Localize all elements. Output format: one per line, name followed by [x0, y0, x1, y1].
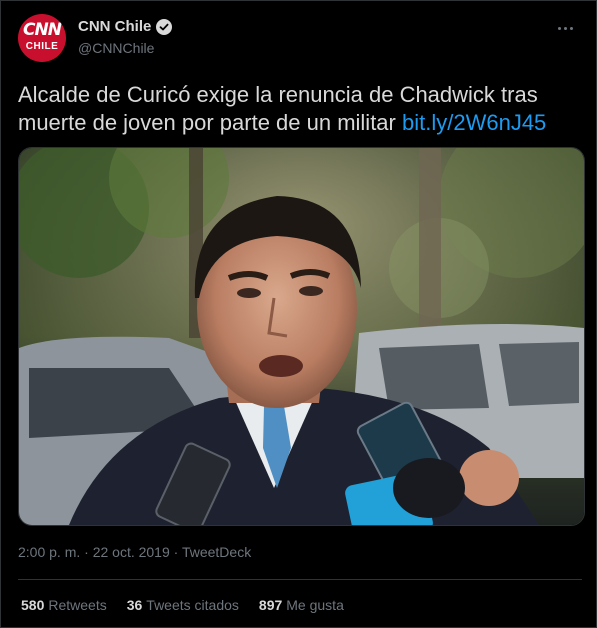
likes-label: Me gusta [286, 597, 344, 613]
author-names: CNN Chile @CNNChile [78, 18, 173, 56]
tweet-timestamp[interactable]: 2:00 p. m. · 22 oct. 2019 · TweetDeck [18, 544, 251, 560]
avatar[interactable]: CNN CHILE [18, 14, 66, 62]
author-handle[interactable]: @CNNChile [78, 40, 172, 56]
tweet-photo[interactable] [18, 147, 585, 526]
likes-stat[interactable]: 897 Me gusta [259, 597, 344, 613]
display-name-row: CNN Chile [78, 18, 173, 35]
tweet-link[interactable]: bit.ly/2W6nJ45 [402, 110, 546, 135]
more-horizontal-icon[interactable] [558, 20, 578, 36]
quotes-count: 36 [126, 597, 143, 613]
photo-illustration [19, 148, 584, 525]
display-name[interactable]: CNN Chile [78, 18, 151, 35]
avatar-logo-subtext: CHILE [25, 41, 59, 52]
retweets-stat[interactable]: 580 Retweets [21, 597, 107, 613]
divider [18, 579, 582, 580]
tweet-header: CNN CHILE CNN Chile @CNNChile [18, 14, 582, 66]
tweet-text: Alcalde de Curicó exige la renuncia de C… [18, 81, 583, 137]
tweet-card: CNN CHILE CNN Chile @CNNChile Alcalde de… [0, 0, 597, 628]
quotes-label: Tweets citados [146, 597, 239, 613]
avatar-logo-text: CNN [23, 20, 62, 40]
tweet-stats: 580 Retweets 36 Tweets citados 897 Me gusta [21, 597, 344, 613]
retweets-label: Retweets [48, 597, 107, 613]
quotes-stat[interactable]: 36 Tweets citados [127, 597, 239, 613]
retweets-count: 580 [21, 597, 45, 613]
verified-badge-icon [156, 18, 173, 35]
likes-count: 897 [258, 597, 283, 613]
